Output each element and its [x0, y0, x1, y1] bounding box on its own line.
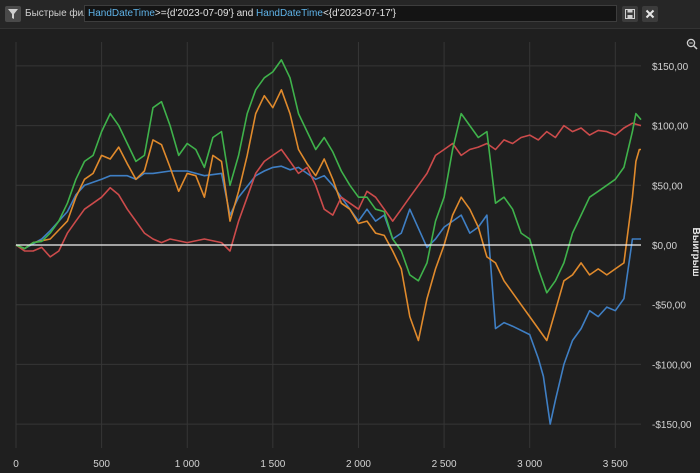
x-axis: 0 500 1 000 1 500 2 000 2 500 3 000 3 500 — [13, 459, 628, 470]
series-line-2 — [15, 89, 641, 342]
winnings-chart: 0 500 1 000 1 500 2 000 2 500 3 000 3 500 $150,… — [13, 42, 700, 470]
x-tick-label: 1 500 — [260, 459, 285, 470]
series-layer — [15, 59, 642, 425]
y-tick-label: $0,00 — [652, 241, 677, 252]
x-tick-label: 2 500 — [432, 459, 457, 470]
y-tick-label: -$50,00 — [652, 301, 686, 312]
y-axis: $150,00 $100,00 $50,00 $0,00 -$50,00 -$100,00… — [652, 62, 692, 431]
y-tick-label: -$150,00 — [652, 420, 692, 431]
x-tick-label: 0 — [13, 459, 19, 470]
y-tick-label: $50,00 — [652, 181, 683, 192]
x-tick-label: 3 500 — [603, 459, 628, 470]
x-tick-label: 2 000 — [346, 459, 371, 470]
x-tick-label: 3 000 — [517, 459, 542, 470]
series-line-1 — [15, 165, 641, 425]
y-axis-label: Выигрыш — [690, 227, 700, 276]
y-tick-label: $100,00 — [652, 122, 689, 133]
y-tick-label: $150,00 — [652, 62, 689, 73]
x-tick-label: 500 — [93, 459, 110, 470]
x-tick-label: 1 000 — [175, 459, 200, 470]
y-tick-label: -$100,00 — [652, 360, 692, 371]
